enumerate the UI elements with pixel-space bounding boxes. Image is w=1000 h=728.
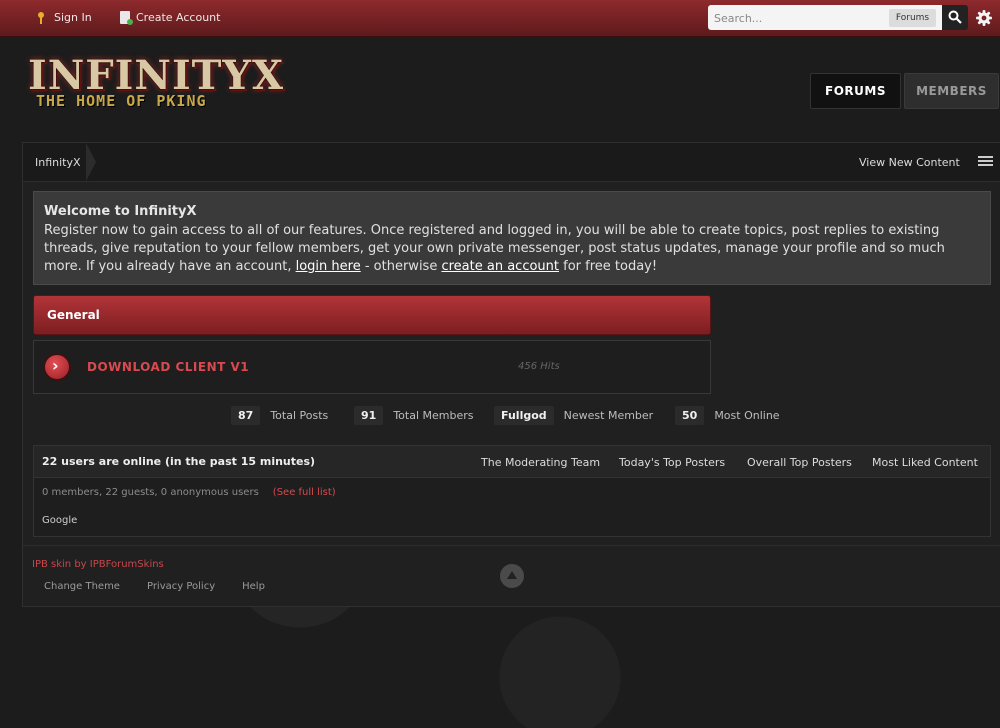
top-bar: Sign In Create Account Forums xyxy=(0,0,1000,37)
welcome-text-after: for free today! xyxy=(559,259,658,274)
breadcrumb-separator xyxy=(86,143,96,181)
stat-newest-member: Fullgod Newest Member xyxy=(494,405,653,425)
stat-value: 50 xyxy=(675,405,705,425)
create-account-link-inline[interactable]: create an account xyxy=(441,259,559,274)
welcome-title: Welcome to InfinityX xyxy=(44,204,197,219)
category-title: General xyxy=(47,308,100,322)
create-account-link[interactable]: Create Account xyxy=(120,11,221,25)
todays-top-posters-link[interactable]: Today's Top Posters xyxy=(619,456,725,469)
tab-members[interactable]: MEMBERS xyxy=(904,73,999,109)
search-icon xyxy=(948,10,962,24)
skin-credit-link[interactable]: IPB skin by IPBForumSkins xyxy=(32,559,164,570)
stat-total-posts: 87 Total Posts xyxy=(231,405,328,425)
moderating-team-link[interactable]: The Moderating Team xyxy=(481,456,600,469)
clipboard-icon xyxy=(120,11,133,25)
gear-icon[interactable] xyxy=(975,9,993,27)
forum-row: DOWNLOAD CLIENT V1 456 Hits xyxy=(33,340,711,394)
search-input[interactable] xyxy=(712,8,894,28)
view-new-content-link[interactable]: View New Content xyxy=(859,156,960,169)
stat-label: Newest Member xyxy=(563,408,654,422)
overall-top-posters-link[interactable]: Overall Top Posters xyxy=(747,456,852,469)
most-liked-content-link[interactable]: Most Liked Content xyxy=(872,456,978,469)
stat-value: 87 xyxy=(231,405,261,425)
see-full-list-link[interactable]: (See full list) xyxy=(273,487,336,498)
footer-divider xyxy=(23,545,1000,546)
online-summary-text: 0 members, 22 guests, 0 anonymous users xyxy=(42,487,259,498)
back-to-top-icon[interactable] xyxy=(500,564,524,588)
tab-forums[interactable]: FORUMS xyxy=(810,73,901,109)
main-panel: InfinityX View New Content Welcome to In… xyxy=(22,142,1000,607)
help-link[interactable]: Help xyxy=(242,581,265,592)
welcome-box: Welcome to InfinityX Register now to gai… xyxy=(33,191,991,285)
online-summary: 0 members, 22 guests, 0 anonymous users (… xyxy=(42,487,336,498)
forum-name[interactable]: DOWNLOAD CLIENT V1 xyxy=(87,360,249,374)
sign-in-link[interactable]: Sign In xyxy=(36,11,92,24)
stat-value[interactable]: Fullgod xyxy=(494,405,554,425)
site-logo[interactable]: INFINITYX THE HOME OF PKING xyxy=(24,52,283,120)
stat-label: Most Online xyxy=(714,408,780,422)
forum-redirect-icon xyxy=(45,355,69,379)
search-scope-button[interactable]: Forums xyxy=(889,9,936,27)
stat-most-online: 50 Most Online xyxy=(675,405,780,425)
online-users-box: 22 users are online (in the past 15 minu… xyxy=(33,445,991,537)
welcome-text: Register now to gain access to all of ou… xyxy=(44,222,974,276)
online-users-title: 22 users are online (in the past 15 minu… xyxy=(42,455,316,468)
change-theme-link[interactable]: Change Theme xyxy=(44,581,120,592)
welcome-text-middle: - otherwise xyxy=(360,259,442,274)
key-icon xyxy=(36,11,48,24)
footer-links: Change Theme Privacy Policy Help xyxy=(44,581,265,592)
online-user-list: Google xyxy=(42,515,78,526)
category-header[interactable]: General xyxy=(33,295,711,335)
breadcrumb-home[interactable]: InfinityX xyxy=(35,156,81,169)
breadcrumb: InfinityX View New Content xyxy=(23,143,1000,182)
list-icon[interactable] xyxy=(978,156,993,168)
privacy-policy-link[interactable]: Privacy Policy xyxy=(147,581,215,592)
stat-total-members: 91 Total Members xyxy=(354,405,473,425)
create-account-label: Create Account xyxy=(136,11,221,24)
stat-label: Total Members xyxy=(393,408,474,422)
logo-subtitle: THE HOME OF PKING xyxy=(36,92,207,110)
stat-value: 91 xyxy=(354,405,384,425)
forum-hits: 456 Hits xyxy=(518,361,560,372)
sign-in-label: Sign In xyxy=(54,11,92,24)
online-users-header: 22 users are online (in the past 15 minu… xyxy=(34,446,990,478)
search-button[interactable] xyxy=(942,5,968,30)
stat-label: Total Posts xyxy=(270,408,329,422)
login-link[interactable]: login here xyxy=(296,259,361,274)
